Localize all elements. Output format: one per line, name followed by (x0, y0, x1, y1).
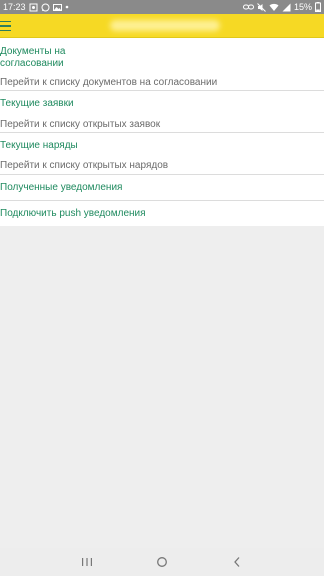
mute-icon (257, 2, 266, 12)
list-item-current-requests[interactable]: Текущие заявки Перейти к списку открытых… (0, 91, 324, 133)
list-item-subtitle: Перейти к списку открытых нарядов (0, 160, 169, 171)
list-item-title: Текущие заявки (0, 98, 74, 109)
status-bar: 17:23 15% (0, 0, 324, 14)
gallery-icon (52, 3, 62, 12)
menu-line (0, 29, 11, 32)
menu-line (0, 25, 11, 27)
list-item-title: Документы на согласовании (0, 46, 66, 69)
menu-line (0, 20, 11, 23)
hamburger-menu-icon[interactable] (0, 19, 14, 33)
list-item-enable-push[interactable]: Подключить push уведомления (0, 201, 324, 226)
system-nav-bar (0, 548, 324, 576)
list-item-current-orders[interactable]: Текущие наряды Перейти к списку открытых… (0, 133, 324, 175)
app-screen: 17:23 15% Документы на согласовании Пере… (0, 0, 324, 576)
dot-icon (65, 5, 69, 9)
status-left: 17:23 (3, 0, 69, 14)
status-time: 17:23 (3, 2, 26, 12)
wifi-icon (269, 3, 279, 12)
whatsapp-icon (41, 3, 50, 12)
list-item-subtitle: Перейти к списку документов на согласова… (0, 77, 218, 88)
list-item-title: Подключить push уведомления (0, 208, 146, 219)
signal-icon (282, 3, 291, 12)
list-item-subtitle: Перейти к списку открытых заявок (0, 119, 161, 130)
status-right: 15% (242, 0, 321, 14)
list-item-documents-approval[interactable]: Документы на согласовании Перейти к спис… (0, 38, 324, 91)
app-header (0, 14, 324, 38)
battery-percent: 15% (293, 2, 312, 12)
list-item-title: Полученные уведомления (0, 182, 123, 193)
screenshot-icon (29, 3, 38, 12)
list-item-title: Текущие наряды (0, 140, 78, 151)
link-icon (242, 3, 254, 11)
recents-icon[interactable] (77, 554, 97, 570)
back-icon[interactable] (227, 554, 247, 570)
header-title-blurred (110, 20, 220, 31)
list-item-received-notifications[interactable]: Полученные уведомления (0, 175, 324, 201)
menu-list: Документы на согласовании Перейти к спис… (0, 38, 324, 226)
home-icon[interactable] (152, 554, 172, 570)
battery-icon (315, 2, 321, 12)
